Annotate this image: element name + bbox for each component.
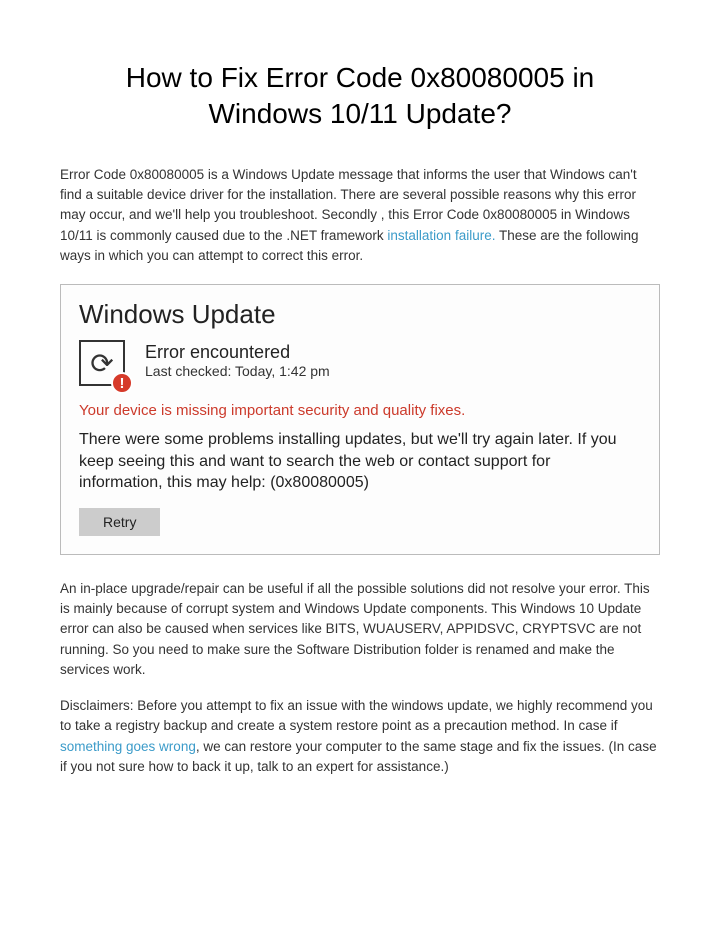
error-body-text: There were some problems installing upda…	[79, 429, 619, 494]
error-badge-icon: !	[111, 372, 133, 394]
update-icon-wrap: ⟳ !	[79, 340, 131, 392]
page-title: How to Fix Error Code 0x80080005 in Wind…	[60, 60, 660, 133]
installation-failure-link[interactable]: installation failure.	[387, 228, 495, 243]
status-text-group: Error encountered Last checked: Today, 1…	[145, 340, 330, 379]
last-checked-label: Last checked: Today, 1:42 pm	[145, 363, 330, 379]
windows-update-panel: Windows Update ⟳ ! Error encountered Las…	[60, 284, 660, 555]
paragraph-2: An in-place upgrade/repair can be useful…	[60, 579, 660, 680]
intro-paragraph: Error Code 0x80080005 is a Windows Updat…	[60, 165, 660, 266]
windows-update-heading: Windows Update	[79, 299, 641, 330]
disclaimer-paragraph: Disclaimers: Before you attempt to fix a…	[60, 696, 660, 777]
security-warning-text: Your device is missing important securit…	[79, 402, 641, 419]
disclaimer-text-1: Disclaimers: Before you attempt to fix a…	[60, 698, 653, 733]
error-encountered-label: Error encountered	[145, 342, 330, 363]
retry-button[interactable]: Retry	[79, 508, 160, 536]
status-row: ⟳ ! Error encountered Last checked: Toda…	[79, 340, 641, 392]
something-goes-wrong-link[interactable]: something goes wrong	[60, 739, 196, 754]
